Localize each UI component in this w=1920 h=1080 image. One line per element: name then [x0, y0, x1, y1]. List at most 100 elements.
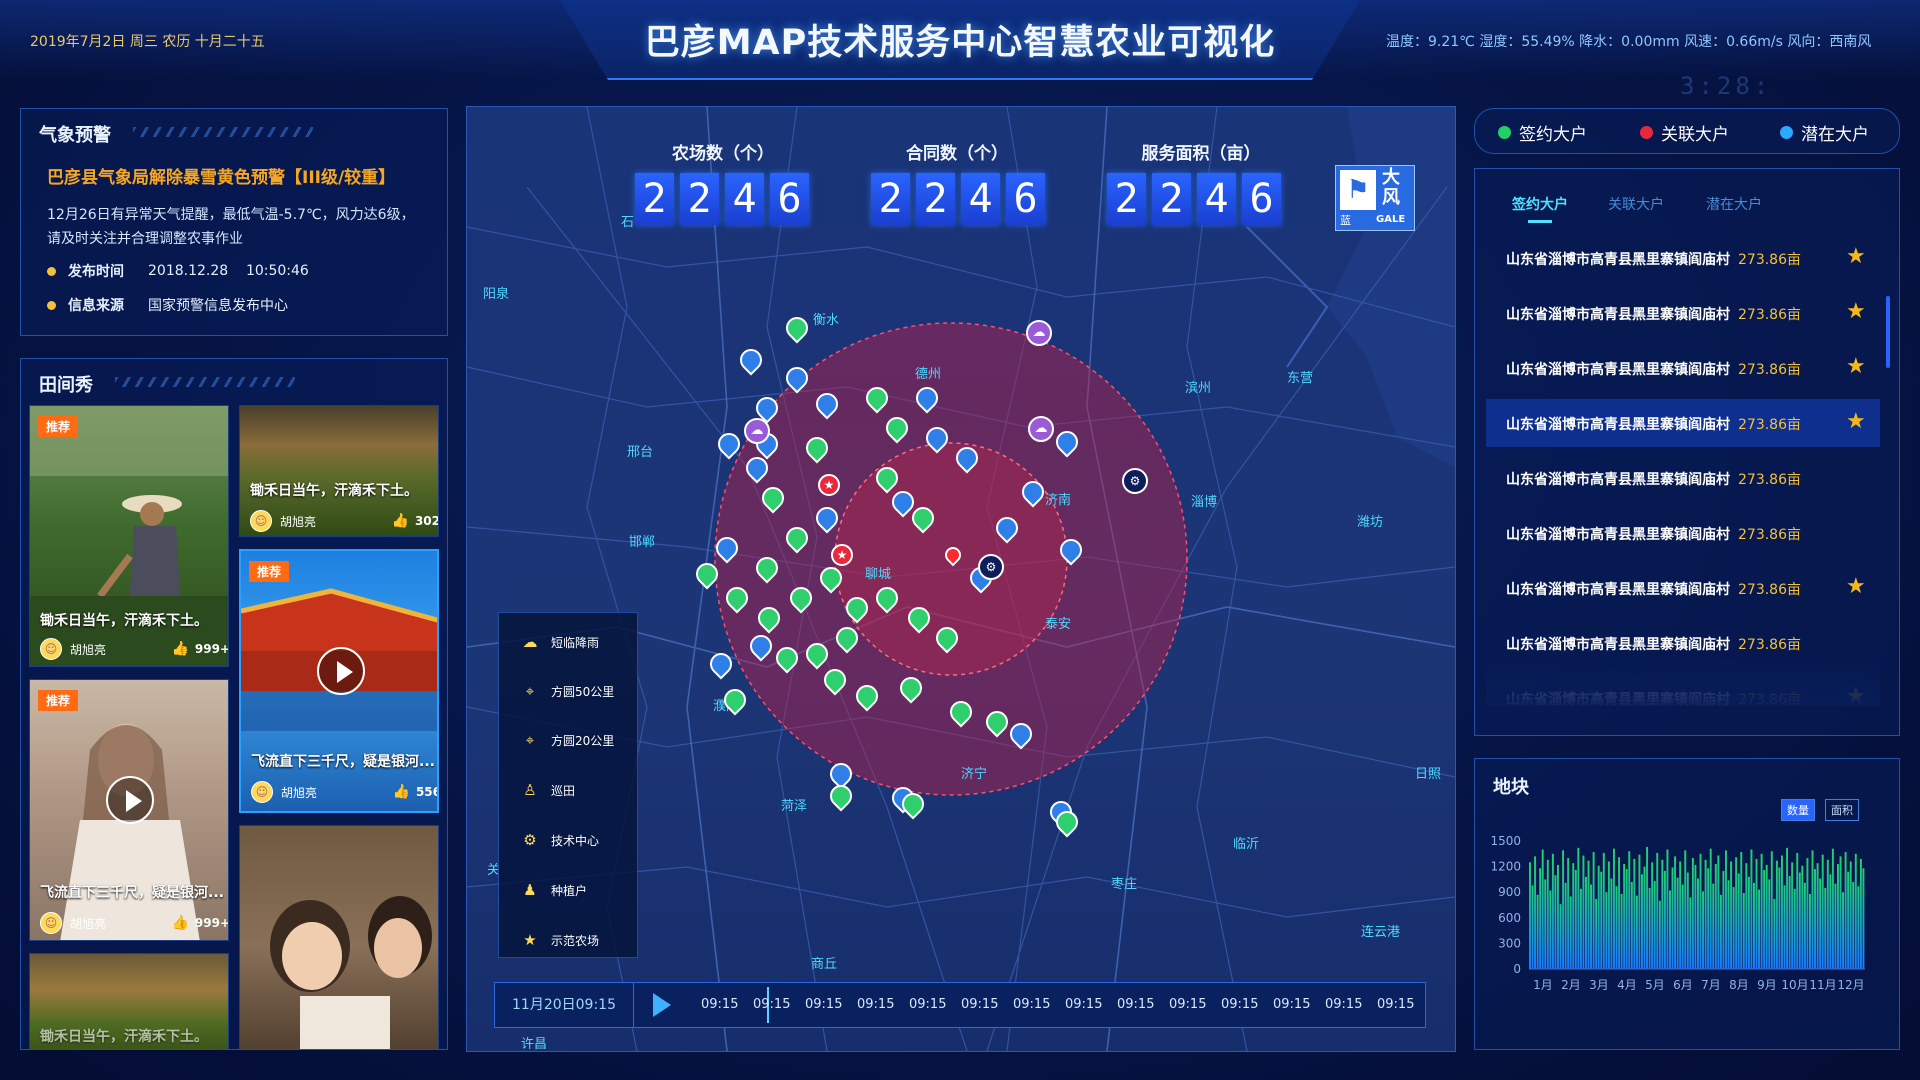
grower-marker[interactable]: [895, 672, 927, 704]
toggle-area[interactable]: 面积: [1825, 799, 1859, 821]
grower-marker[interactable]: [771, 642, 803, 674]
list-scrollbar[interactable]: [1886, 296, 1890, 368]
list-item[interactable]: 山东省淄博市高青县黑里寨镇阎庙村 273.86亩 ★: [1486, 344, 1880, 392]
patrol-marker[interactable]: [1005, 718, 1037, 750]
grower-marker[interactable]: [819, 664, 851, 696]
legend-related[interactable]: 关联大户: [1640, 120, 1729, 145]
demo-farm-marker[interactable]: ★: [831, 544, 853, 566]
legend-signed[interactable]: 签约大户: [1498, 120, 1587, 145]
star-icon[interactable]: ★: [1846, 409, 1866, 434]
timeline-tick[interactable]: 09:15: [961, 997, 998, 1012]
timeline-tick[interactable]: 09:15: [805, 997, 842, 1012]
patrol-marker[interactable]: [1055, 534, 1087, 566]
timeline-tick[interactable]: 09:15: [1013, 997, 1050, 1012]
video-card[interactable]: 锄禾日当午，汗滴禾下土。: [29, 953, 229, 1049]
tech-center-marker[interactable]: ⚙: [978, 554, 1004, 580]
demo-farm-marker[interactable]: ★: [818, 474, 840, 496]
grower-marker[interactable]: [825, 780, 857, 812]
cloud-rain-marker[interactable]: ☁: [1028, 416, 1054, 442]
grower-marker[interactable]: [691, 558, 723, 590]
play-button[interactable]: [317, 647, 365, 695]
star-icon[interactable]: ★: [1846, 354, 1866, 379]
grower-marker[interactable]: [781, 522, 813, 554]
grower-marker[interactable]: [871, 462, 903, 494]
patrol-marker[interactable]: [911, 382, 943, 414]
grower-marker[interactable]: [981, 706, 1013, 738]
toggle-count[interactable]: 数量: [1781, 799, 1815, 821]
grower-marker[interactable]: [931, 622, 963, 654]
patrol-marker[interactable]: [745, 630, 777, 662]
patrol-marker[interactable]: [991, 512, 1023, 544]
timeline-tick[interactable]: 09:15: [909, 997, 946, 1012]
timeline-tick[interactable]: 09:15: [1273, 997, 1310, 1012]
grower-marker[interactable]: [751, 552, 783, 584]
grower-marker[interactable]: [785, 582, 817, 614]
patrol-marker[interactable]: [705, 648, 737, 680]
grower-marker[interactable]: [801, 432, 833, 464]
grower-marker[interactable]: [721, 582, 753, 614]
grower-marker[interactable]: [831, 622, 863, 654]
list-item[interactable]: 山东省淄博市高青县黑里寨镇阎庙村 273.86亩 ★: [1486, 234, 1880, 282]
grower-marker[interactable]: [719, 684, 751, 716]
patrol-marker[interactable]: [811, 388, 843, 420]
timeline-tick[interactable]: 09:15: [753, 997, 790, 1012]
play-button[interactable]: [106, 776, 154, 824]
grower-marker[interactable]: [945, 696, 977, 728]
legend-potential[interactable]: 潜在大户: [1780, 120, 1869, 145]
list-item[interactable]: 山东省淄博市高青县黑里寨镇阎庙村 273.86亩: [1486, 454, 1880, 502]
grower-marker[interactable]: [881, 412, 913, 444]
patrol-marker[interactable]: [1017, 476, 1049, 508]
grower-marker[interactable]: [753, 602, 785, 634]
patrol-marker[interactable]: [921, 422, 953, 454]
timeline-tick[interactable]: 09:15: [1065, 997, 1102, 1012]
legend-item-demo-farm[interactable]: ★ 示范农场: [519, 931, 599, 949]
video-card[interactable]: 推荐 锄禾日当午，汗滴禾下土。 ☺ 胡旭亮 👍 999+: [29, 405, 229, 667]
patrol-marker[interactable]: [811, 502, 843, 534]
tab-related[interactable]: 关联大户: [1608, 194, 1664, 214]
list-item[interactable]: 山东省淄博市高青县黑里寨镇阎庙村 273.86亩 ★: [1486, 564, 1880, 612]
grower-marker[interactable]: [801, 638, 833, 670]
timeline-tick[interactable]: 09:15: [1325, 997, 1362, 1012]
video-card[interactable]: [239, 825, 439, 1049]
video-card-active[interactable]: 推荐 飞流直下三千尺，疑是银河... ☺ 胡旭亮 👍 556: [239, 549, 439, 813]
grower-marker[interactable]: [861, 382, 893, 414]
list-item[interactable]: 山东省淄博市高青县黑里寨镇阎庙村 273.86亩: [1486, 509, 1880, 557]
grower-marker[interactable]: [871, 582, 903, 614]
legend-item-20km[interactable]: ⌖ 方圆20公里: [519, 731, 615, 749]
star-icon[interactable]: ★: [1846, 299, 1866, 324]
cloud-rain-marker[interactable]: ☁: [744, 418, 770, 444]
grower-marker[interactable]: [757, 482, 789, 514]
grower-marker[interactable]: [851, 680, 883, 712]
tech-center-marker[interactable]: ⚙: [1122, 468, 1148, 494]
tab-signed[interactable]: 签约大户: [1512, 194, 1568, 214]
patrol-marker[interactable]: [1051, 426, 1083, 458]
patrol-marker[interactable]: [713, 428, 745, 460]
legend-item-rain[interactable]: ☁ 短临降雨: [519, 633, 600, 651]
timeline-tick[interactable]: 09:15: [857, 997, 894, 1012]
video-card[interactable]: 锄禾日当午，汗滴禾下土。 ☺ 胡旭亮 👍 302: [239, 405, 439, 537]
star-icon[interactable]: ★: [1846, 244, 1866, 269]
patrol-marker[interactable]: [781, 362, 813, 394]
grower-marker[interactable]: [781, 312, 813, 344]
video-card[interactable]: 推荐 飞流直下三千尺，疑是银河... ☺ 胡旭亮 👍 999+: [29, 679, 229, 941]
timeline-tick[interactable]: 09:15: [1169, 997, 1206, 1012]
center-pin-icon[interactable]: [941, 543, 965, 567]
patrol-marker[interactable]: [735, 344, 767, 376]
grower-marker[interactable]: [903, 602, 935, 634]
star-icon[interactable]: ★: [1846, 574, 1866, 599]
grower-marker[interactable]: [815, 562, 847, 594]
timeline-tick[interactable]: 09:15: [1377, 997, 1414, 1012]
list-item[interactable]: 山东省淄博市高青县黑里寨镇阎庙村 273.86亩 ★: [1486, 399, 1880, 447]
legend-item-patrol[interactable]: ♙ 巡田: [519, 781, 575, 799]
legend-item-tech-center[interactable]: ⚙ 技术中心: [519, 831, 599, 849]
grower-marker[interactable]: [841, 592, 873, 624]
cloud-rain-marker[interactable]: ☁: [1026, 320, 1052, 346]
timeline-tick[interactable]: 09:15: [1221, 997, 1258, 1012]
timeline-tick[interactable]: 09:15: [1117, 997, 1154, 1012]
timeline-bar[interactable]: 11月20日09:15 09:15 09:15 09:15 09:15 09:15 09:…: [494, 982, 1426, 1028]
timeline-tick[interactable]: 09:15: [701, 997, 738, 1012]
patrol-marker[interactable]: [711, 532, 743, 564]
list-item[interactable]: 山东省淄博市高青县黑里寨镇阎庙村 273.86亩 ★: [1486, 289, 1880, 337]
legend-item-grower[interactable]: ♟ 种植户: [519, 881, 587, 899]
play-icon[interactable]: [653, 993, 671, 1017]
